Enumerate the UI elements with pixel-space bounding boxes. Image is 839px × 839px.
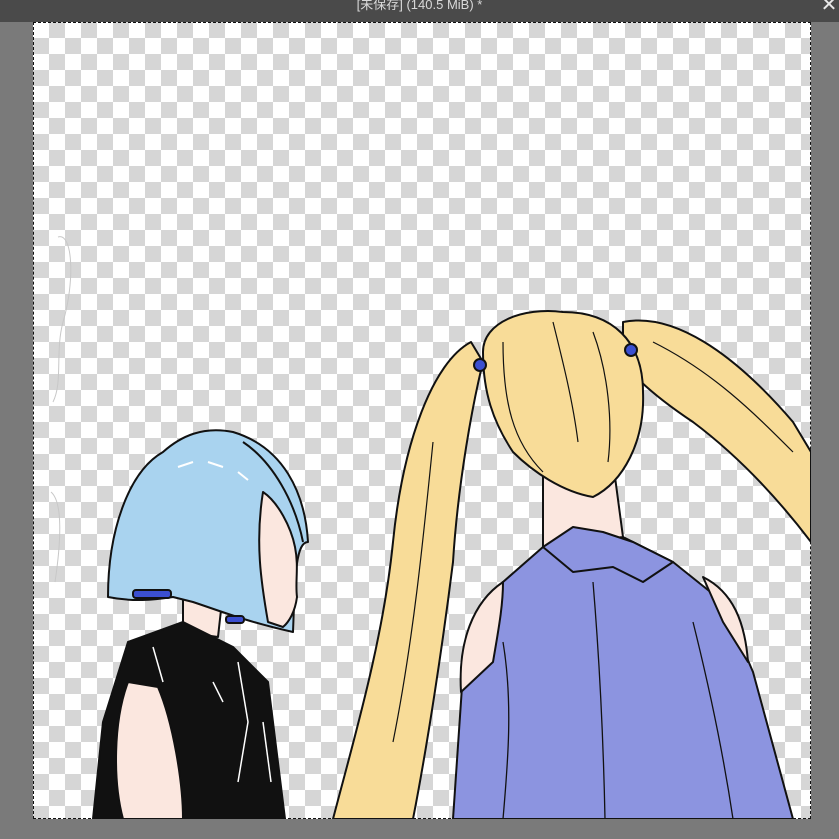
document-title: [未保存] (140.5 MiB) * xyxy=(356,0,483,12)
sketch-strokes xyxy=(50,236,72,583)
canvas-workspace[interactable] xyxy=(0,22,839,839)
hair-tie-left xyxy=(132,589,172,599)
close-icon[interactable]: ✕ xyxy=(819,0,839,16)
title-bar: [未保存] (140.5 MiB) * ✕ xyxy=(0,0,839,22)
right-twintail xyxy=(622,319,811,543)
hair-tie-left-tail xyxy=(473,358,487,372)
hair-tie-right xyxy=(225,615,245,624)
drawing-canvas[interactable] xyxy=(33,22,811,819)
blue-hair-girl xyxy=(92,429,309,819)
hair-tie-right-tail xyxy=(624,343,638,357)
blonde-head xyxy=(482,310,645,498)
artwork-layer xyxy=(50,236,811,819)
blonde-twintail-girl xyxy=(332,310,811,819)
blue-blouse xyxy=(452,536,794,819)
